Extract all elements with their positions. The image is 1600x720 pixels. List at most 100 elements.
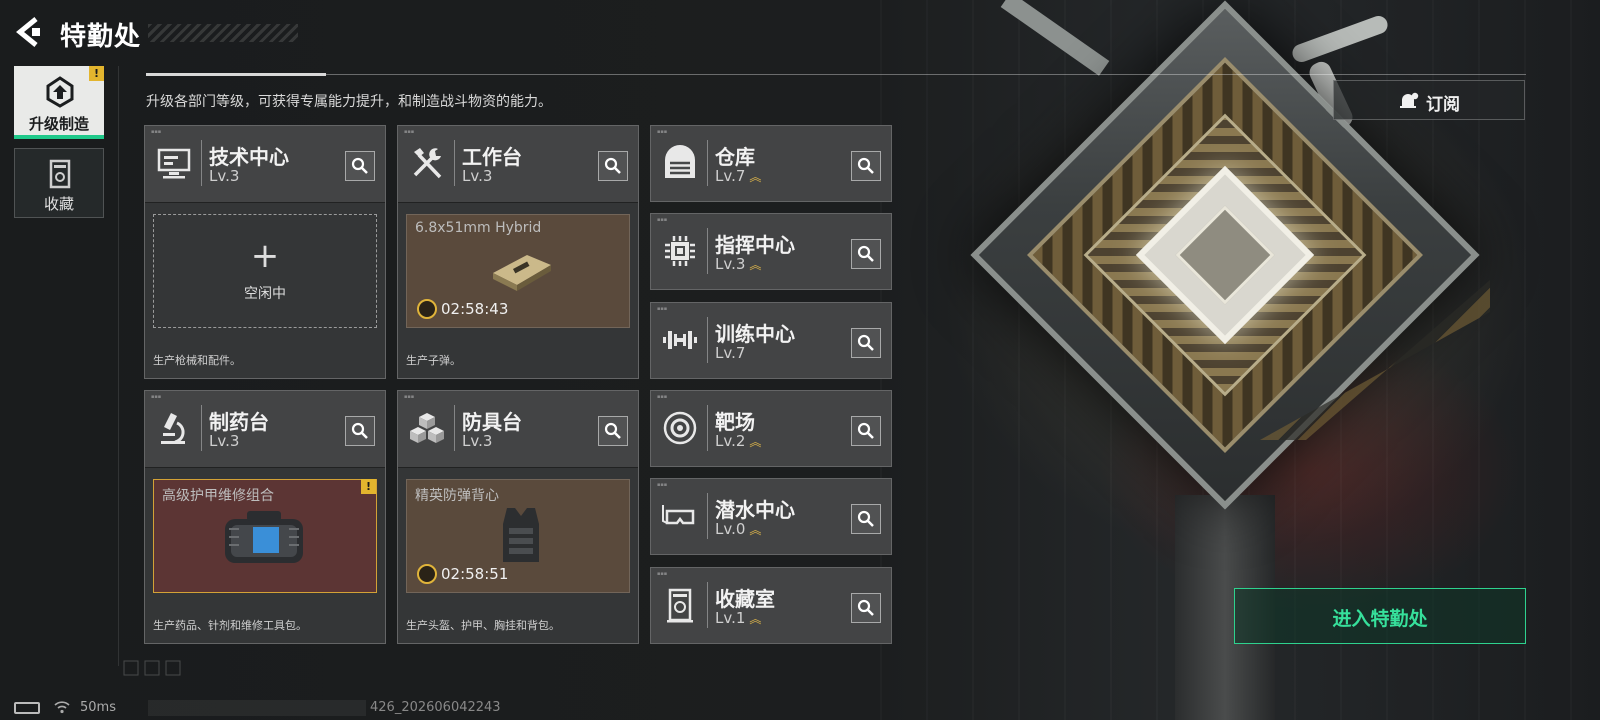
monitor-icon <box>157 148 191 179</box>
department-card-command-chip[interactable]: ▪▪▪ 指挥中心 Lv.3 ︽ <box>650 213 892 290</box>
back-arrow-icon[interactable] <box>14 16 44 48</box>
upgrade-available-icon: ︽ <box>749 523 762 537</box>
department-level: Lv.2 ︽ <box>715 432 762 450</box>
diving-mask-icon <box>662 505 695 525</box>
production-slot-active[interactable]: 精英防弹背心 02:58:51 <box>406 479 630 593</box>
search-icon <box>604 157 621 174</box>
department-level: Lv.1 ︽ <box>715 609 762 627</box>
collection-icon <box>49 159 71 189</box>
search-button[interactable] <box>851 328 881 358</box>
armor-repair-kit-icon <box>225 511 303 563</box>
enter-special-ops-button[interactable]: 进入特勤处 <box>1234 588 1526 644</box>
page-title: 特勤处 <box>60 22 142 52</box>
search-button[interactable] <box>598 151 628 181</box>
department-name: 工作台 <box>462 145 522 169</box>
department-name: 收藏室 <box>715 587 775 611</box>
subscribe-button[interactable]: 订阅 <box>1333 80 1525 120</box>
department-level: Lv.3 <box>462 432 493 450</box>
department-level: Lv.3 ︽ <box>715 255 762 273</box>
department-level: Lv.7 <box>715 344 746 362</box>
upgrade-available-icon: ︽ <box>749 258 762 272</box>
build-id: 426_202606042243 <box>370 700 501 715</box>
department-card-workbench[interactable]: ▪▪▪ 工作台 Lv.3 6.8x51mm Hybrid 02:58:43 生产… <box>397 125 639 379</box>
search-button[interactable] <box>851 151 881 181</box>
header-divider <box>146 74 1526 75</box>
department-level: Lv.3 <box>209 432 240 450</box>
department-desc: 生产头盔、护甲、胸挂和背包。 <box>406 619 560 632</box>
search-icon <box>351 422 368 439</box>
search-icon <box>857 599 874 616</box>
search-button[interactable] <box>851 593 881 623</box>
ammo-box-icon <box>493 255 551 291</box>
search-button[interactable] <box>851 239 881 269</box>
department-name: 靶场 <box>715 410 755 434</box>
nav-label: 收藏 <box>43 195 74 213</box>
search-icon <box>857 157 874 174</box>
upgrade-available-icon: ︽ <box>749 612 762 626</box>
command-chip-icon <box>665 236 695 266</box>
search-button[interactable] <box>851 504 881 534</box>
department-name: 制药台 <box>209 410 269 434</box>
vault-icon <box>667 588 693 623</box>
search-button[interactable] <box>345 151 375 181</box>
production-slot-active[interactable]: 6.8x51mm Hybrid 02:58:43 <box>406 214 630 328</box>
microscope-icon <box>161 413 185 444</box>
search-button[interactable] <box>345 416 375 446</box>
production-timer: 02:58:51 <box>417 564 508 584</box>
battery-icon <box>14 702 40 714</box>
production-timer: 02:58:43 <box>417 299 508 319</box>
upgrade-available-icon: ︽ <box>749 435 762 449</box>
search-icon <box>857 245 874 262</box>
dumbbell-icon <box>663 331 697 349</box>
department-level: Lv.0 ︽ <box>715 520 762 538</box>
tools-icon <box>413 148 442 179</box>
production-item-name: 6.8x51mm Hybrid <box>415 220 542 236</box>
department-card-tech-center[interactable]: ▪▪▪ 技术中心 Lv.3 + 空闲中 生产枪械和配件。 <box>144 125 386 379</box>
enter-label: 进入特勤处 <box>1332 608 1428 630</box>
department-name: 技术中心 <box>209 145 289 169</box>
department-name: 训练中心 <box>715 322 795 346</box>
search-icon <box>857 334 874 351</box>
nav-active-indicator <box>14 135 104 139</box>
bell-icon <box>1400 92 1419 108</box>
alert-badge: ! <box>361 479 376 494</box>
title-decor <box>148 24 298 42</box>
department-name: 防具台 <box>462 410 522 434</box>
department-card-pharmacy[interactable]: ▪▪▪ 制药台 Lv.3 高级护甲维修组合 ! 生产药品、针剂和维修工具包。 <box>144 390 386 644</box>
production-slot-idle[interactable]: + 空闲中 <box>153 214 377 328</box>
production-slot-ready[interactable]: 高级护甲维修组合 ! <box>153 479 377 593</box>
header-divider-accent <box>146 73 326 76</box>
department-desc: 生产子弹。 <box>406 354 461 367</box>
department-level: Lv.3 <box>462 167 493 185</box>
search-button[interactable] <box>598 416 628 446</box>
department-name: 指挥中心 <box>715 233 795 257</box>
department-desc: 生产枪械和配件。 <box>153 354 241 367</box>
warehouse-icon <box>665 145 695 178</box>
department-level: Lv.3 <box>209 167 240 185</box>
search-button[interactable] <box>851 416 881 446</box>
department-level: Lv.7 ︽ <box>715 167 762 185</box>
nav-label: 升级制造 <box>28 115 89 133</box>
upgrade-gear-icon <box>46 76 74 108</box>
add-icon: + <box>250 236 280 276</box>
department-name: 潜水中心 <box>715 498 795 522</box>
blocks-icon <box>410 413 444 443</box>
decor-boxes <box>123 660 181 676</box>
department-card-warehouse[interactable]: ▪▪▪ 仓库 Lv.7 ︽ <box>650 125 892 202</box>
target-icon <box>663 411 697 445</box>
department-card-armor-bench[interactable]: ▪▪▪ 防具台 Lv.3 精英防弹背心 02:58:51 生产头盔、护甲、胸挂和… <box>397 390 639 644</box>
side-decor-line <box>118 66 130 666</box>
department-card-diving-mask[interactable]: ▪▪▪ 潜水中心 Lv.0 ︽ <box>650 478 892 555</box>
department-card-vault[interactable]: ▪▪▪ 收藏室 Lv.1 ︽ <box>650 567 892 644</box>
nav-collection[interactable]: 收藏 <box>14 148 104 218</box>
alert-badge: ! <box>89 66 104 81</box>
department-card-target[interactable]: ▪▪▪ 靶场 Lv.2 ︽ <box>650 390 892 467</box>
clock-icon <box>417 299 437 319</box>
wifi-icon <box>54 701 70 714</box>
search-icon <box>351 157 368 174</box>
subscribe-label: 订阅 <box>1426 95 1460 115</box>
department-card-dumbbell[interactable]: ▪▪▪ 训练中心 Lv.7 <box>650 302 892 379</box>
department-name: 仓库 <box>715 145 755 169</box>
nav-upgrade-craft[interactable]: 升级制造 ! <box>14 66 104 136</box>
page-subtitle: 升级各部门等级，可获得专属能力提升，和制造战斗物资的能力。 <box>146 94 552 110</box>
